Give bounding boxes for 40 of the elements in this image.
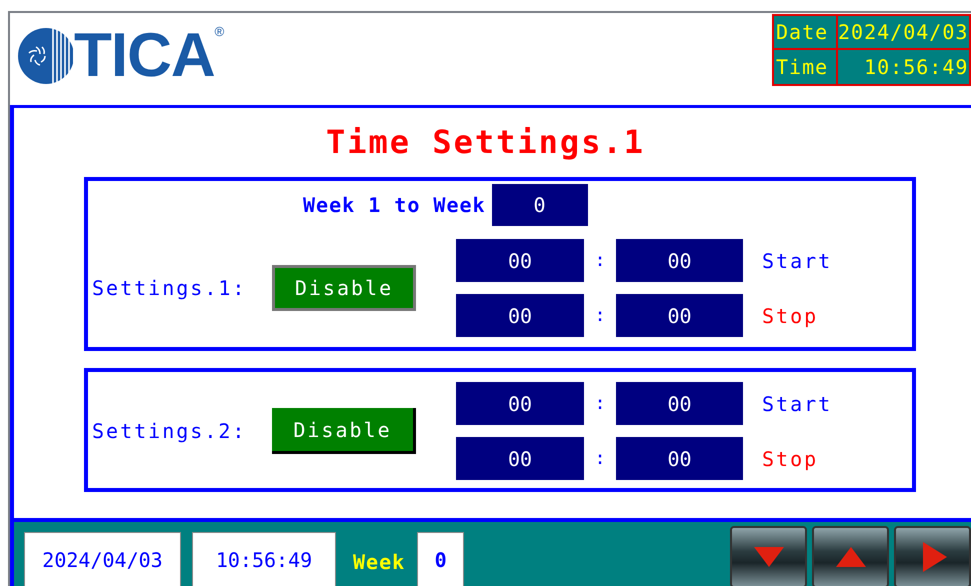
week-input-field[interactable]: 0 <box>492 184 588 226</box>
time-value: 10:56:49 <box>863 54 970 81</box>
up-triangle-icon <box>836 547 866 567</box>
time-separator: : <box>594 249 606 273</box>
week-range-label: Week 1 to Week <box>303 192 486 219</box>
time-field: 10:56:49 <box>192 532 336 586</box>
hour-field[interactable]: 00 <box>456 239 584 282</box>
logo-text: TICA <box>74 25 215 87</box>
date-field: 2024/04/03 <box>24 532 181 586</box>
hour-field[interactable]: 00 <box>456 437 584 480</box>
hour-field[interactable]: 00 <box>456 294 584 337</box>
time-separator: : <box>594 392 606 416</box>
stop-label: Stop <box>762 302 818 330</box>
minute-field[interactable]: 00 <box>616 294 743 337</box>
date-value: 2024/04/03 <box>838 16 970 50</box>
minute-field[interactable]: 00 <box>616 382 743 425</box>
date-label: Date <box>774 16 838 50</box>
logo-emblem-icon <box>17 25 73 87</box>
registered-mark: ® <box>214 25 224 38</box>
right-triangle-icon <box>922 542 946 572</box>
minute-field[interactable]: 00 <box>616 239 743 282</box>
disable-button[interactable]: Disable <box>272 408 416 454</box>
settings-label: Settings.2: <box>91 418 248 445</box>
disable-button[interactable]: Disable <box>272 265 416 311</box>
right-arrow-button[interactable] <box>894 526 971 586</box>
stop-label: Stop <box>762 446 818 472</box>
page-title: Time Settings.1 <box>325 124 646 160</box>
time-label: Time <box>774 50 838 84</box>
start-label: Start <box>762 248 832 274</box>
week-label: Week <box>353 549 406 576</box>
down-arrow-button[interactable] <box>730 526 807 586</box>
week-field: 0 <box>417 532 464 586</box>
hour-field[interactable]: 00 <box>456 382 584 425</box>
start-label: Start <box>762 390 832 418</box>
time-separator: : <box>594 447 606 471</box>
up-arrow-button[interactable] <box>812 526 889 586</box>
minute-field[interactable]: 00 <box>616 437 743 480</box>
settings-label: Settings.1: <box>91 275 248 302</box>
time-separator: : <box>594 304 606 328</box>
down-triangle-icon <box>754 547 784 567</box>
